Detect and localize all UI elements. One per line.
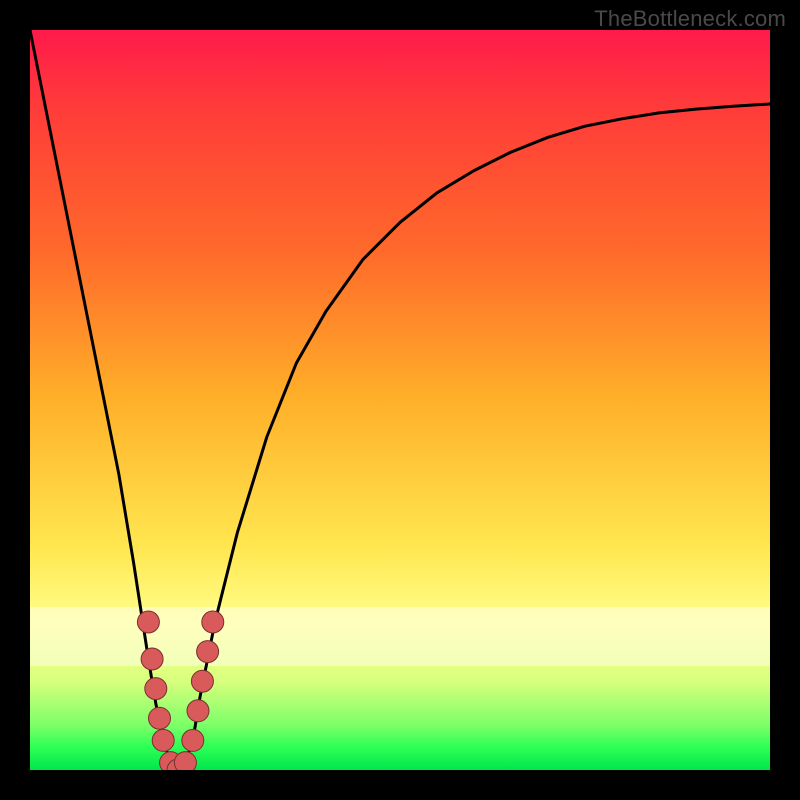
curve-marker <box>174 752 196 770</box>
curve-marker <box>202 611 224 633</box>
chart-svg <box>30 30 770 770</box>
plot-area <box>30 30 770 770</box>
curve-marker <box>187 700 209 722</box>
curve-marker <box>141 648 163 670</box>
curve-markers <box>137 611 223 770</box>
curve-marker <box>137 611 159 633</box>
curve-marker <box>149 707 171 729</box>
curve-marker <box>197 641 219 663</box>
curve-marker <box>191 670 213 692</box>
curve-marker <box>145 678 167 700</box>
chart-frame: TheBottleneck.com <box>0 0 800 800</box>
curve-marker <box>182 729 204 751</box>
watermark-text: TheBottleneck.com <box>594 6 786 32</box>
curve-marker <box>152 729 174 751</box>
